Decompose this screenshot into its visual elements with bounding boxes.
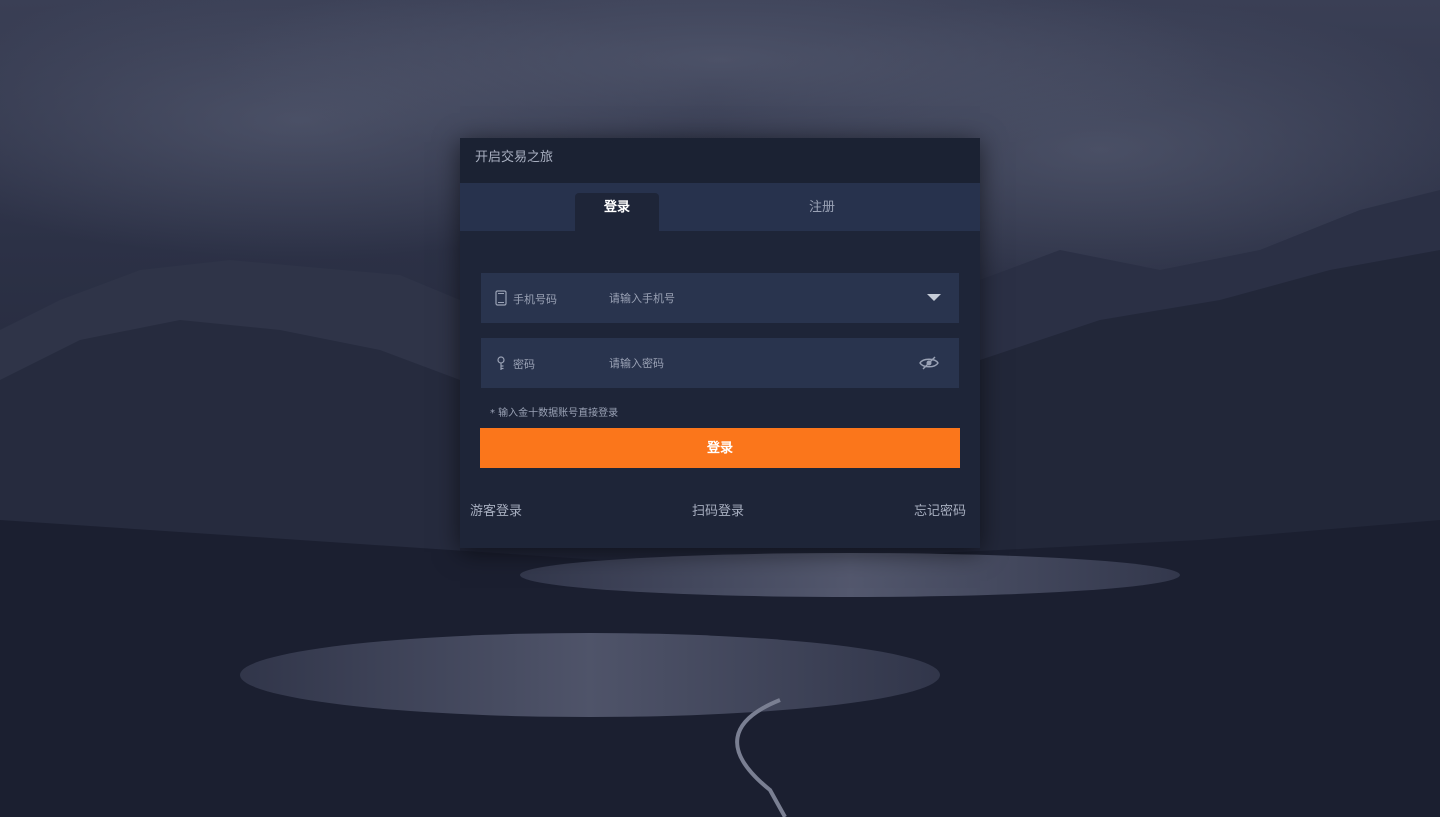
phone-field: 手机号码 (481, 273, 959, 323)
login-dialog: 开启交易之旅 登录 注册 手机号码 密码 * 输入金十数据账号直接登录 登录 (460, 138, 980, 548)
phone-icon (495, 290, 507, 306)
guest-login-link[interactable]: 游客登录 (470, 500, 522, 519)
forgot-password-link[interactable]: 忘记密码 (914, 500, 966, 519)
tab-bar: 登录 注册 (460, 183, 980, 231)
chevron-down-icon[interactable] (927, 294, 941, 301)
password-label: 密码 (513, 358, 535, 371)
password-field: 密码 (481, 338, 959, 388)
key-icon (497, 356, 505, 370)
eye-hidden-icon[interactable] (919, 355, 939, 371)
dialog-title: 开启交易之旅 (475, 150, 554, 165)
tab-login[interactable]: 登录 (575, 193, 659, 231)
tab-register[interactable]: 注册 (780, 193, 864, 231)
dialog-header: 开启交易之旅 (460, 138, 980, 183)
phone-label: 手机号码 (513, 293, 557, 306)
password-input[interactable] (609, 352, 909, 374)
login-hint: * 输入金十数据账号直接登录 (490, 408, 619, 419)
qr-login-link[interactable]: 扫码登录 (692, 500, 744, 519)
phone-input[interactable] (609, 287, 909, 309)
login-button[interactable]: 登录 (480, 428, 960, 468)
